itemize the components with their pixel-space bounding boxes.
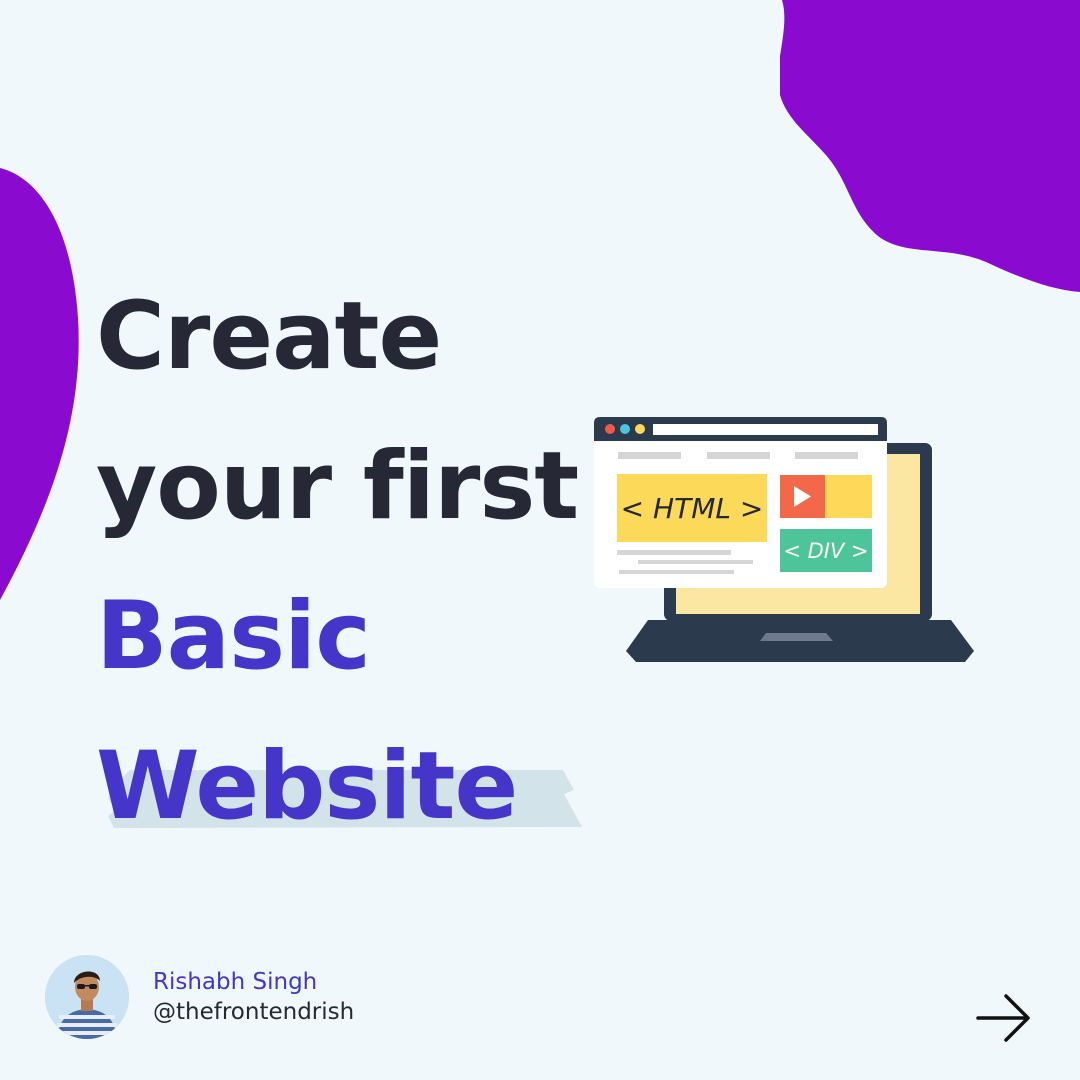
html-tag-label: < HTML >	[621, 492, 764, 525]
decorative-blob-top-right	[780, 0, 1080, 292]
laptop-illustration: < HTML > < DIV >	[594, 417, 974, 662]
window-close-dot	[605, 424, 615, 434]
headline-line-website: Website	[96, 732, 518, 841]
decorative-blob-left	[0, 168, 79, 600]
window-min-dot	[620, 424, 630, 434]
div-tag-label: < DIV >	[783, 539, 868, 563]
author-info: Rishabh Singh @thefrontendrish	[45, 955, 354, 1039]
author-handle: @thefrontendrish	[153, 999, 355, 1025]
headline-line-create: Create	[96, 282, 442, 391]
headline-line-basic: Basic	[96, 582, 371, 691]
arrow-right-icon[interactable]	[976, 992, 1032, 1044]
avatar	[45, 955, 129, 1039]
window-max-dot	[635, 424, 645, 434]
headline: Create your first Basic Website	[96, 262, 579, 862]
author-name: Rishabh Singh	[153, 969, 318, 995]
headline-line-your-first: your first	[96, 432, 579, 541]
